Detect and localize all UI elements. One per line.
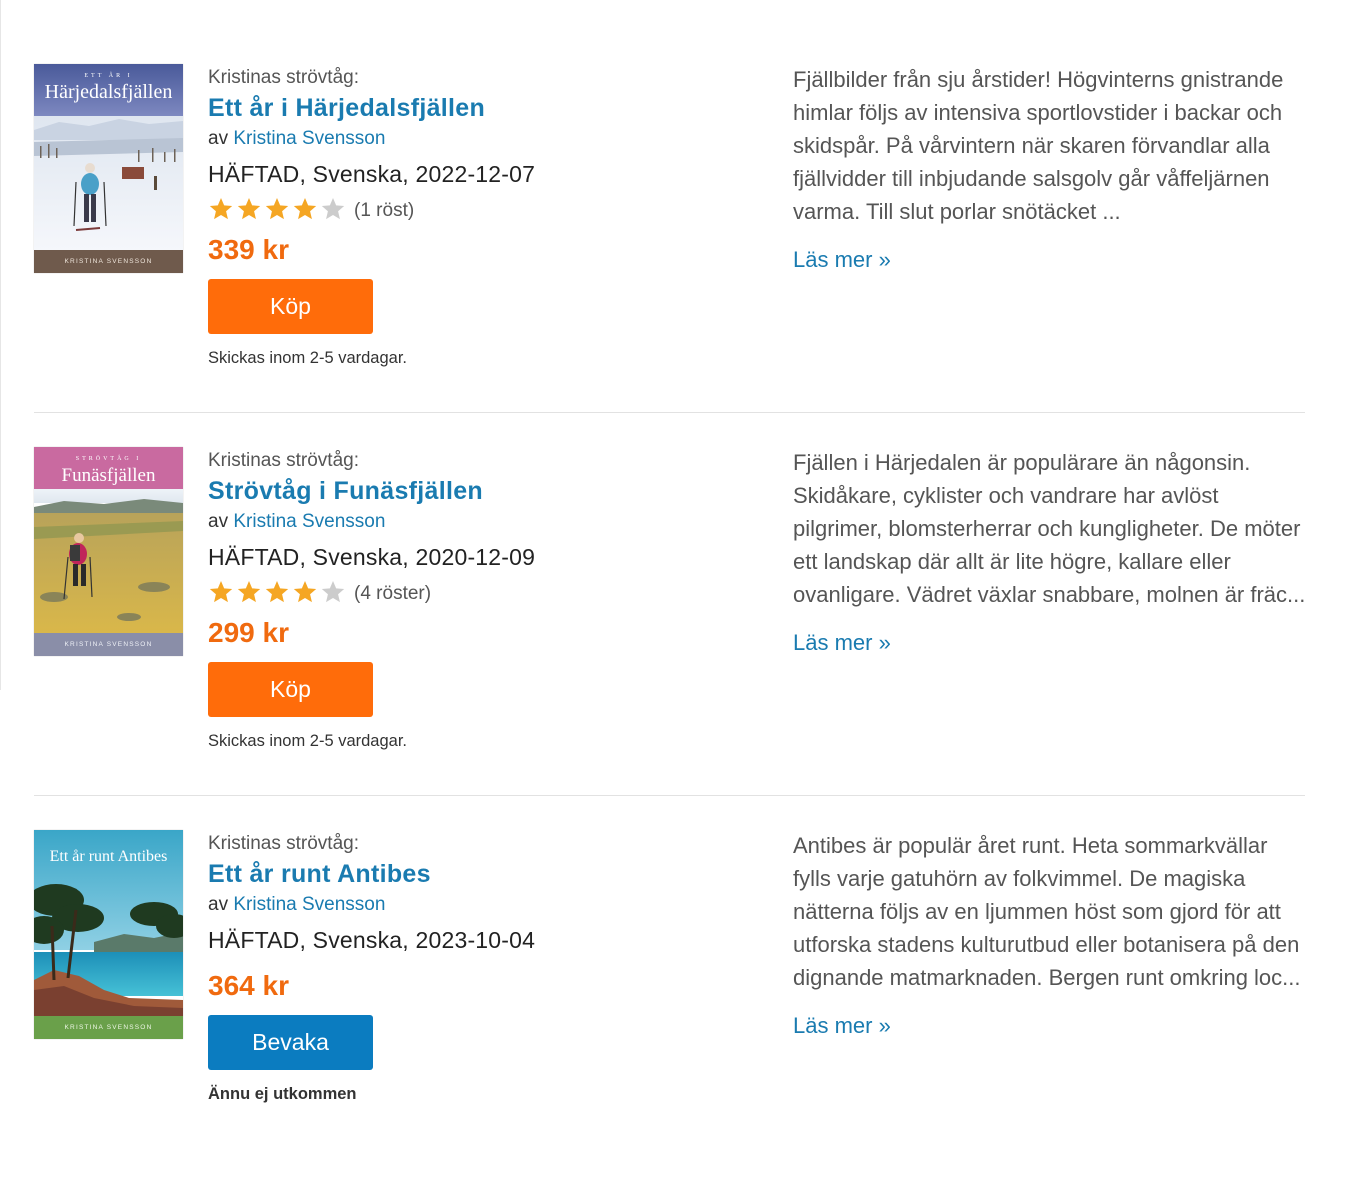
read-more-link[interactable]: Läs mer »	[793, 630, 891, 656]
cover-title-text: Ett år runt Antibes	[50, 848, 168, 865]
price: 339 kr	[208, 234, 289, 265]
author-prefix: av	[208, 128, 229, 149]
star-filled-icon	[237, 197, 261, 219]
author-prefix: av	[208, 511, 229, 532]
rating-count: (1 röst)	[354, 200, 415, 221]
book-cover-image[interactable]: Ett år runt Antibes KRISTINA SVENSSON	[34, 830, 183, 1039]
author-line: av Kristina Svensson	[208, 892, 728, 918]
book-cover-image[interactable]: ETT ÅR I Härjedalsfjällen KRISTINA SVENS…	[34, 64, 183, 273]
star-filled-icon	[209, 197, 233, 219]
cover-author-text: KRISTINA SVENSSON	[65, 1024, 153, 1031]
author-link[interactable]: Kristina Svensson	[233, 128, 385, 149]
shipping-note: Skickas inom 2-5 vardagar.	[208, 349, 408, 367]
cover-author-text: KRISTINA SVENSSON	[65, 258, 153, 265]
star-filled-icon	[265, 197, 289, 219]
stars	[208, 196, 348, 227]
rating-count: (4 röster)	[354, 583, 432, 604]
author-line: av Kristina Svensson	[208, 126, 728, 152]
format-line: HÄFTAD, Svenska, 2022-12-07	[208, 159, 728, 189]
availability-note: Ännu ej utkommen	[208, 1085, 357, 1103]
star-filled-icon	[237, 580, 261, 602]
book-info: Kristinas strövtåg: Strövtåg i Funäsfjäl…	[208, 449, 728, 751]
cover-top-text: ETT ÅR I	[84, 71, 132, 79]
book-description: Fjällen i Härjedalen är populärare än nå…	[793, 450, 1306, 607]
star-filled-icon	[293, 580, 317, 602]
shipping-note: Skickas inom 2-5 vardagar.	[208, 732, 408, 750]
cover-author-text: KRISTINA SVENSSON	[65, 641, 153, 648]
series-label: Kristinas strövtåg:	[208, 450, 359, 471]
book-info: Kristinas strövtåg: Ett år i Härjedalsfj…	[208, 66, 728, 368]
star-empty-icon	[321, 197, 345, 219]
star-empty-icon	[321, 580, 345, 602]
read-more-link[interactable]: Läs mer »	[793, 1013, 891, 1039]
left-border	[0, 0, 1, 690]
star-rating[interactable]: (1 röst)	[208, 196, 728, 227]
star-filled-icon	[293, 197, 317, 219]
book-description: Antibes är populär året runt. Heta somma…	[793, 833, 1301, 990]
cover-top-text: STRÖVTÅG I	[76, 454, 142, 462]
star-filled-icon	[265, 580, 289, 602]
watch-button[interactable]: Bevaka	[208, 1015, 373, 1070]
price: 364 kr	[208, 970, 289, 1001]
author-prefix: av	[208, 894, 229, 915]
language-date: , Svenska, 2023-10-04	[299, 927, 536, 953]
author-link[interactable]: Kristina Svensson	[233, 894, 385, 915]
book-cover-image[interactable]: STRÖVTÅG I Funäsfjällen KRISTINA SVENSSO…	[34, 447, 183, 656]
language-date: , Svenska, 2020-12-09	[299, 544, 536, 570]
star-filled-icon	[209, 580, 233, 602]
stars	[208, 579, 348, 610]
author-link[interactable]: Kristina Svensson	[233, 511, 385, 532]
cover-title-text: Härjedalsfjällen	[45, 81, 173, 103]
book-list: ETT ÅR I Härjedalsfjällen KRISTINA SVENS…	[34, 30, 1305, 1179]
read-more-link[interactable]: Läs mer »	[793, 247, 891, 273]
book-item: STRÖVTÅG I Funäsfjällen KRISTINA SVENSSO…	[34, 413, 1305, 796]
buy-button[interactable]: Köp	[208, 662, 373, 717]
buy-button[interactable]: Köp	[208, 279, 373, 334]
format-label: HÄFTAD	[208, 927, 300, 953]
price: 299 kr	[208, 617, 289, 648]
format-line: HÄFTAD, Svenska, 2020-12-09	[208, 542, 728, 572]
book-info: Kristinas strövtåg: Ett år runt Antibes …	[208, 832, 728, 1104]
cover-title-text: Funäsfjällen	[62, 465, 156, 486]
book-title-link[interactable]: Ett år runt Antibes	[208, 858, 728, 890]
book-title-link[interactable]: Strövtåg i Funäsfjällen	[208, 475, 728, 507]
star-rating[interactable]: (4 röster)	[208, 579, 728, 610]
format-label: HÄFTAD	[208, 161, 300, 187]
book-title-link[interactable]: Ett år i Härjedalsfjällen	[208, 92, 728, 124]
book-item: Ett år runt Antibes KRISTINA SVENSSON Kr…	[34, 796, 1305, 1179]
series-label: Kristinas strövtåg:	[208, 833, 359, 854]
language-date: , Svenska, 2022-12-07	[299, 161, 536, 187]
book-description: Fjällbilder från sju årstider! Högvinter…	[793, 67, 1284, 224]
series-label: Kristinas strövtåg:	[208, 67, 359, 88]
author-line: av Kristina Svensson	[208, 509, 728, 535]
book-item: ETT ÅR I Härjedalsfjällen KRISTINA SVENS…	[34, 30, 1305, 413]
format-label: HÄFTAD	[208, 544, 300, 570]
format-line: HÄFTAD, Svenska, 2023-10-04	[208, 925, 728, 955]
